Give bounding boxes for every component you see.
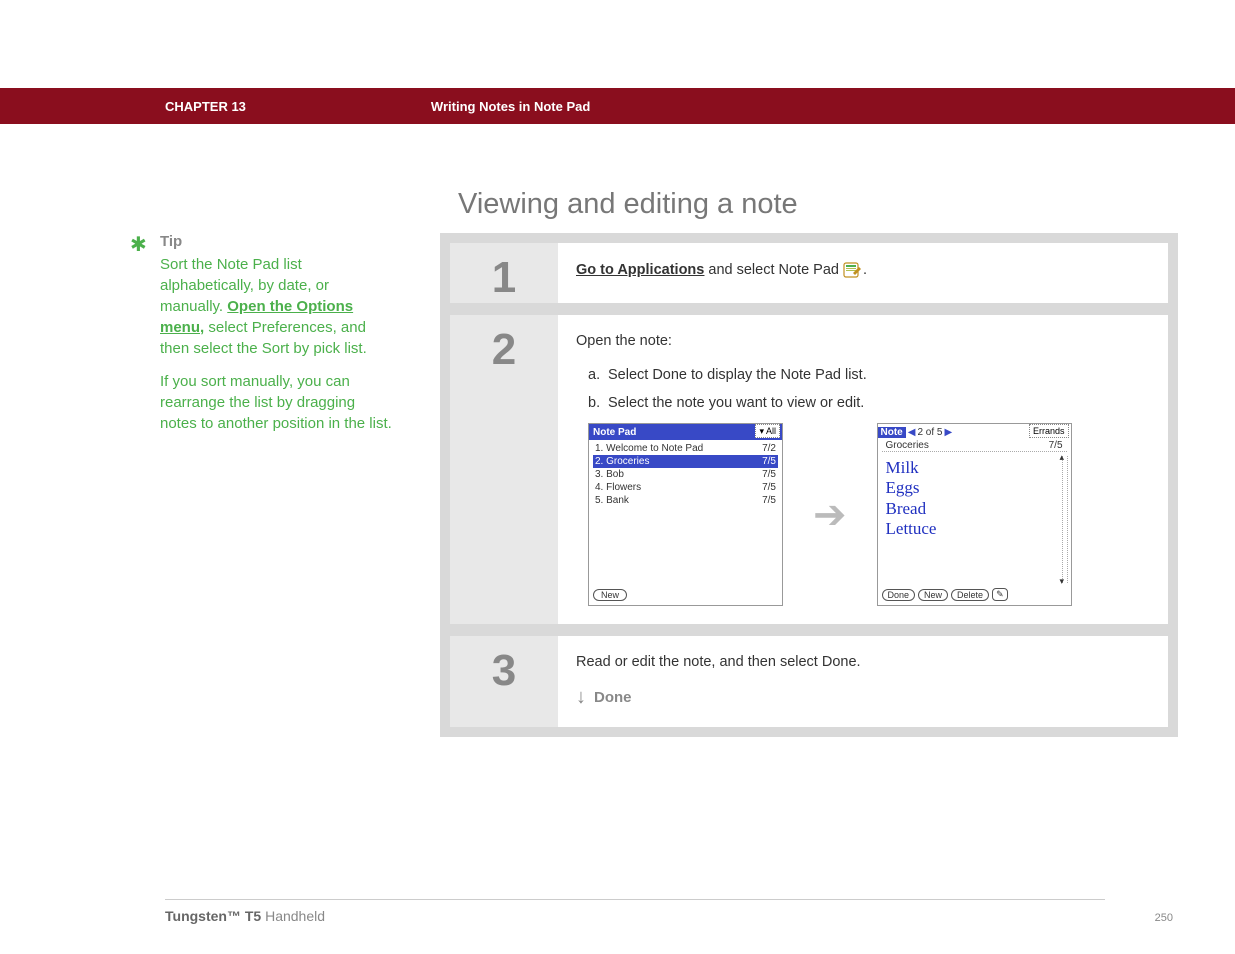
sub-a-text: Select Done to display the Note Pad list… xyxy=(608,367,867,383)
note-delete-button[interactable]: Delete xyxy=(951,589,989,601)
step-num-cell: 2 xyxy=(450,315,558,624)
pda-list-item[interactable]: 1. Welcome to Note Pad7/2 xyxy=(593,442,778,455)
steps-area: 1 Go to Applications and select Note Pad… xyxy=(440,233,1178,737)
pda-list-category[interactable]: ▾ All xyxy=(755,424,780,438)
step-3-text: Read or edit the note, and then select D… xyxy=(576,654,1144,670)
footer-divider xyxy=(165,899,1105,900)
screenshot-row: Note Pad ▾ All 1. Welcome to Note Pad7/2… xyxy=(588,423,1144,606)
tip-text-2: If you sort manually, you can rearrange … xyxy=(160,371,395,434)
pda-list-item[interactable]: 4. Flowers7/5 xyxy=(593,481,778,494)
product-suffix: Handheld xyxy=(261,908,325,924)
pda-list-item[interactable]: 2. Groceries7/5 xyxy=(593,455,778,468)
pda-new-button[interactable]: New xyxy=(593,589,627,601)
step-num-cell: 1 xyxy=(450,243,558,303)
pda-list-item[interactable]: 3. Bob7/5 xyxy=(593,468,778,481)
page-title: Viewing and editing a note xyxy=(458,188,798,221)
asterisk-icon: ✱ xyxy=(130,232,147,257)
page-number: 250 xyxy=(1155,912,1173,924)
note-category[interactable]: Errands xyxy=(1029,424,1069,438)
tip-sidebar: ✱ Tip Sort the Note Pad list alphabetica… xyxy=(130,233,395,434)
chapter-header: CHAPTER 13 Writing Notes in Note Pad xyxy=(0,88,1235,124)
step-3: 3 Read or edit the note, and then select… xyxy=(450,636,1168,727)
page-footer: Tungsten™ T5 Handheld 250 xyxy=(0,899,1235,924)
sub-a-letter: a. xyxy=(588,367,608,383)
done-label: Done xyxy=(594,689,632,706)
down-arrow-icon: ↓ xyxy=(576,686,586,709)
step-3-content: Read or edit the note, and then select D… xyxy=(558,636,1168,727)
note-new-button[interactable]: New xyxy=(918,589,948,601)
notepad-icon xyxy=(843,261,863,279)
pda-list-item[interactable]: 5. Bank7/5 xyxy=(593,494,778,507)
note-drawing-area[interactable]: MilkEggsBreadLettuce xyxy=(884,456,1057,583)
chapter-label: CHAPTER 13 xyxy=(165,99,246,114)
scrollbar[interactable] xyxy=(1062,456,1068,583)
step-2-num: 2 xyxy=(492,325,516,375)
step-num-cell: 3 xyxy=(450,636,558,727)
pencil-icon[interactable]: ✎ xyxy=(992,588,1008,601)
pda-list-title: Note Pad xyxy=(589,424,782,440)
pda-list-items: 1. Welcome to Note Pad7/22. Groceries7/5… xyxy=(589,440,782,509)
sub-b-text: Select the note you want to view or edit… xyxy=(608,395,864,411)
pda-note-screen: Note ◀ 2 of 5 ▶ Errands Groceries 7/5 Mi… xyxy=(877,423,1072,606)
product-name: Tungsten™ T5 xyxy=(165,908,261,924)
pda-list-screen: Note Pad ▾ All 1. Welcome to Note Pad7/2… xyxy=(588,423,783,606)
note-done-button[interactable]: Done xyxy=(882,589,916,601)
footer-text: Tungsten™ T5 Handheld xyxy=(165,908,1235,924)
prev-icon[interactable]: ◀ xyxy=(908,427,916,438)
step-3-num: 3 xyxy=(492,646,516,696)
step-1-rest: and select Note Pad xyxy=(704,262,843,278)
arrow-right-icon: ➔ xyxy=(813,492,847,538)
step-1: 1 Go to Applications and select Note Pad… xyxy=(450,243,1168,303)
tip-body: Sort the Note Pad list alphabetically, b… xyxy=(160,254,395,434)
breadcrumb: Writing Notes in Note Pad xyxy=(431,99,590,114)
step-1-period: . xyxy=(863,262,867,278)
step-2: 2 Open the note: a.Select Done to displa… xyxy=(450,315,1168,624)
next-icon[interactable]: ▶ xyxy=(944,427,952,438)
step-1-num: 1 xyxy=(492,253,516,303)
note-subtitle: Groceries xyxy=(886,440,929,451)
step-1-content: Go to Applications and select Note Pad . xyxy=(558,243,1168,303)
note-tag: Note xyxy=(878,427,906,438)
sub-b-letter: b. xyxy=(588,395,608,411)
go-to-applications-link[interactable]: Go to Applications xyxy=(576,262,704,278)
step-2-content: Open the note: a.Select Done to display … xyxy=(558,315,1168,624)
note-pager[interactable]: ◀ 2 of 5 ▶ xyxy=(908,427,952,438)
tip-heading: Tip xyxy=(160,233,395,250)
note-subdate: 7/5 xyxy=(1049,440,1063,451)
step-2-open: Open the note: xyxy=(576,333,1144,349)
